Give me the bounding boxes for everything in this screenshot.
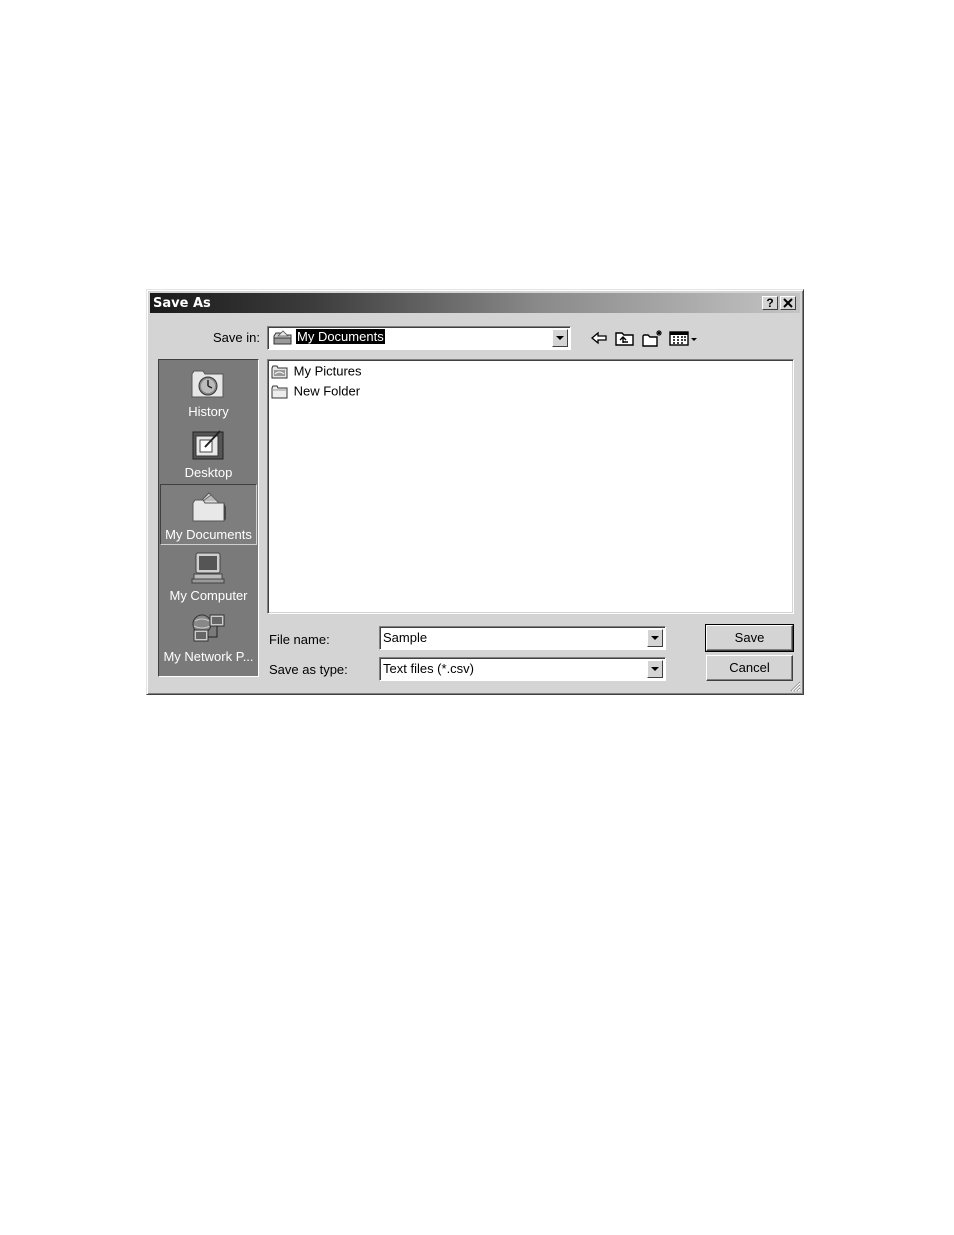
close-icon xyxy=(783,298,793,308)
up-one-level-button[interactable] xyxy=(614,328,636,348)
file-name-label: File name: xyxy=(269,632,330,647)
places-item-desktop[interactable]: Desktop xyxy=(160,423,257,483)
save-in-label: Save in: xyxy=(213,330,260,345)
save-as-type-dropdown[interactable]: Text files (*.csv) xyxy=(379,657,666,681)
new-folder-icon xyxy=(642,330,662,347)
pictures-folder-icon xyxy=(271,365,288,379)
resize-grip-icon[interactable] xyxy=(789,680,801,692)
my-documents-folder-icon xyxy=(273,330,292,345)
places-label: My Documents xyxy=(165,527,252,542)
file-item-new-folder[interactable]: New Folder xyxy=(271,382,360,400)
places-item-my-network-places[interactable]: My Network P... xyxy=(160,607,257,667)
dialog-title: Save As xyxy=(153,296,211,311)
back-arrow-icon xyxy=(590,331,607,345)
save-as-type-value: Text files (*.csv) xyxy=(383,661,475,676)
save-button[interactable]: Save xyxy=(705,624,794,652)
title-bar[interactable]: Save As ? xyxy=(150,293,800,313)
save-as-type-label: Save as type: xyxy=(269,662,348,677)
places-label: My Computer xyxy=(169,588,248,603)
my-network-places-icon xyxy=(192,614,225,642)
folder-icon xyxy=(271,385,288,399)
file-name-dropdown-button[interactable] xyxy=(647,629,663,647)
cancel-button[interactable]: Cancel xyxy=(706,655,793,681)
view-menu-icon xyxy=(669,331,697,346)
save-in-dropdown[interactable]: My Documents xyxy=(267,326,571,350)
file-name-combobox[interactable]: Sample xyxy=(379,626,666,650)
save-as-type-dropdown-button[interactable] xyxy=(647,660,663,678)
places-item-my-computer[interactable]: My Computer xyxy=(160,546,257,606)
places-item-my-documents[interactable]: My Documents xyxy=(160,484,257,545)
create-new-folder-button[interactable] xyxy=(641,328,665,348)
places-label: Desktop xyxy=(184,465,233,480)
up-folder-icon xyxy=(615,332,634,346)
places-bar: History Desktop My Documents My Computer… xyxy=(158,359,259,677)
save-as-dialog: Save As ? Save in: My Documents History … xyxy=(146,289,804,695)
my-documents-icon xyxy=(192,492,226,522)
places-label: History xyxy=(188,404,229,419)
save-in-value: My Documents xyxy=(295,328,386,345)
file-list[interactable]: My Pictures New Folder xyxy=(267,359,794,614)
desktop-icon xyxy=(192,430,224,460)
my-computer-icon xyxy=(191,552,225,584)
places-label: My Network P... xyxy=(163,649,254,664)
save-in-dropdown-button[interactable] xyxy=(552,329,568,347)
history-icon xyxy=(191,370,224,398)
view-menu-button[interactable] xyxy=(669,328,699,348)
file-name-input[interactable]: Sample xyxy=(383,630,427,645)
places-item-history[interactable]: History xyxy=(160,362,257,422)
close-button[interactable] xyxy=(780,296,796,310)
back-button[interactable] xyxy=(589,328,609,348)
file-item-my-pictures[interactable]: My Pictures xyxy=(271,362,362,380)
help-button[interactable]: ? xyxy=(762,296,778,310)
